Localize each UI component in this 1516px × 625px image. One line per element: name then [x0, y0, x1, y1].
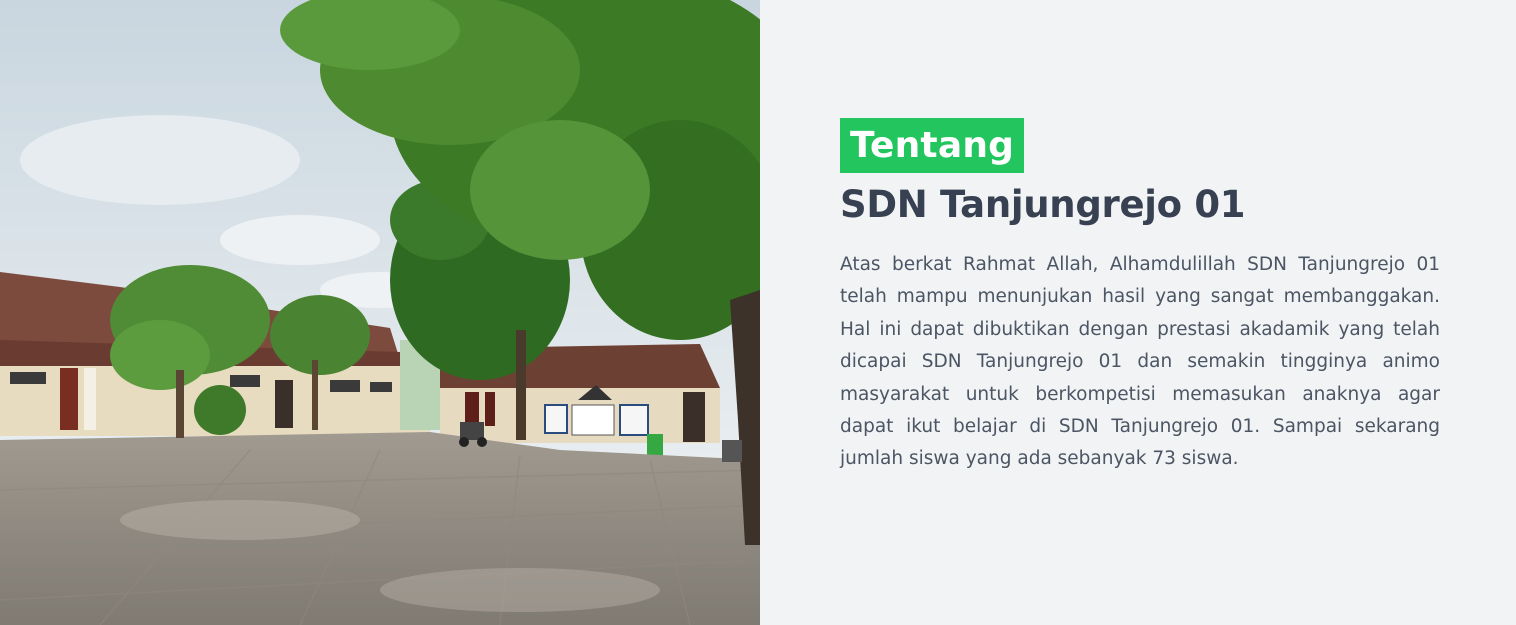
about-content: Tentang SDN Tanjungrejo 01 Atas berkat R…	[760, 0, 1516, 625]
about-badge: Tentang	[840, 118, 1025, 173]
school-title: SDN Tanjungrejo 01	[840, 183, 1246, 226]
about-section: Tentang SDN Tanjungrejo 01 Atas berkat R…	[0, 0, 1516, 625]
about-description: Atas berkat Rahmat Allah, Alhamdulillah …	[840, 254, 1440, 470]
school-photo	[0, 0, 760, 625]
